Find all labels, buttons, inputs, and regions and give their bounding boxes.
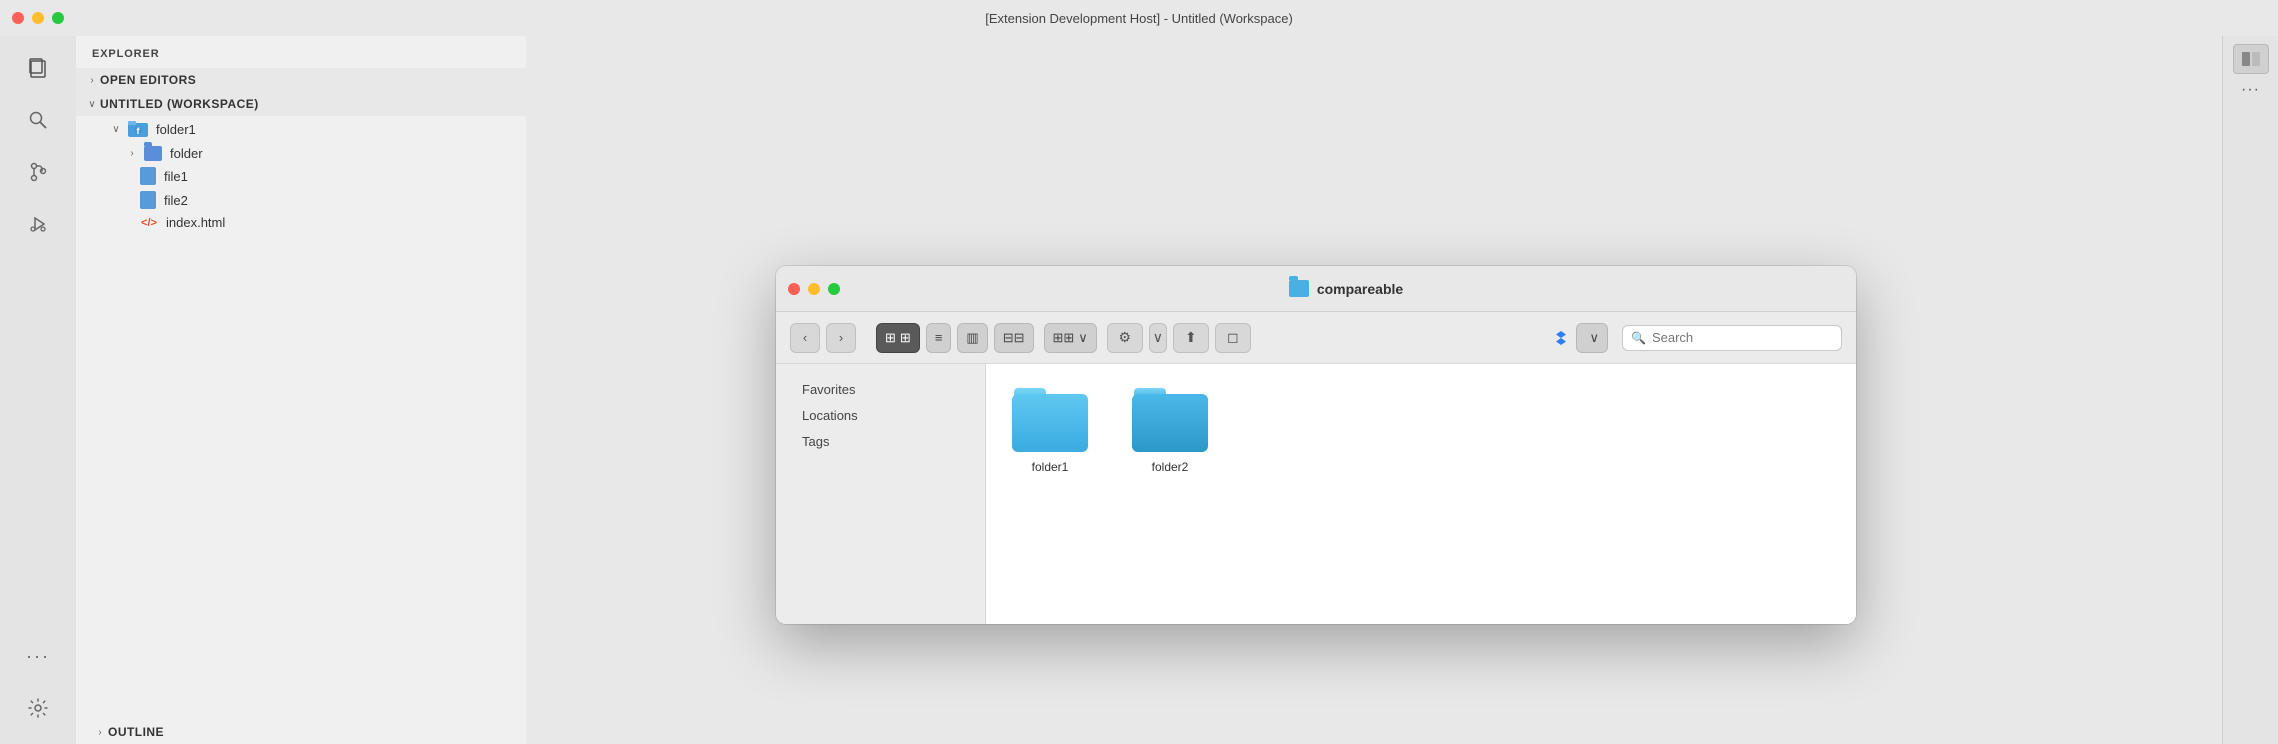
finder-folder1-item[interactable]: folder1 xyxy=(1010,388,1090,474)
minimize-button[interactable] xyxy=(32,12,44,24)
finder-folder-title-icon xyxy=(1289,280,1309,297)
finder-close-button[interactable] xyxy=(788,283,800,295)
folder-arrow: › xyxy=(124,145,140,161)
more-label: ··· xyxy=(2241,81,2260,99)
title-bar: [Extension Development Host] - Untitled … xyxy=(0,0,2278,36)
finder-folder2-label: folder2 xyxy=(1152,460,1189,474)
activity-bar: ··· xyxy=(0,36,76,744)
folder1-body xyxy=(1012,394,1088,452)
finder-body: Favorites Locations Tags xyxy=(776,364,1856,624)
outline-label: OUTLINE xyxy=(108,725,164,739)
finder-column-view-button[interactable]: ▥ xyxy=(957,323,987,353)
workspace-arrow: ∨ xyxy=(84,96,100,112)
finder-forward-button[interactable]: › xyxy=(826,323,856,353)
maximize-button[interactable] xyxy=(52,12,64,24)
open-editors-arrow: › xyxy=(84,72,100,88)
finder-group-button[interactable]: ⊞⊞ ∨ xyxy=(1044,323,1097,353)
tags-label: Tags xyxy=(802,434,829,449)
gallery-view-icon: ⊟⊟ xyxy=(1003,330,1025,346)
finder-share-button[interactable]: ⬆ xyxy=(1173,323,1209,353)
open-editors-section[interactable]: › OPEN EDITORS xyxy=(76,68,526,92)
workspace-section[interactable]: ∨ UNTITLED (WORKSPACE) xyxy=(76,92,526,116)
finder-title: compareable xyxy=(1317,281,1403,297)
list-view-icon: ≡ xyxy=(935,330,943,345)
finder-gallery-view-button[interactable]: ⊟⊟ xyxy=(994,323,1034,353)
sidebar: EXPLORER › OPEN EDITORS ∨ UNTITLED (WORK… xyxy=(76,36,526,744)
main-layout: ··· EXPLORER › OPEN EDITORS ∨ UNTITLED (… xyxy=(0,36,2278,744)
icon-view-icon: ⊞ xyxy=(885,330,896,346)
finder-sidebar: Favorites Locations Tags xyxy=(776,364,986,624)
locations-label: Locations xyxy=(802,408,858,423)
finder-sidebar-locations[interactable]: Locations xyxy=(782,403,979,428)
dropbox-chevron: ∨ xyxy=(1589,330,1599,346)
icon-view-label2: ⊞ xyxy=(900,330,911,346)
finder-titlebar: compareable xyxy=(776,266,1856,312)
finder-title-area: compareable xyxy=(848,280,1844,297)
run-debug-icon[interactable] xyxy=(14,200,62,248)
explorer-header: EXPLORER xyxy=(76,36,526,68)
window-controls xyxy=(12,12,64,24)
finder-maximize-button[interactable] xyxy=(828,283,840,295)
file1-icon xyxy=(140,167,156,185)
editor-area: compareable ‹ › ⊞ ⊞ ≡ ▥ xyxy=(526,36,2222,744)
layout-icon xyxy=(2242,52,2260,66)
outline-section[interactable]: › OUTLINE xyxy=(76,720,526,744)
dropbox-icon xyxy=(1550,327,1572,349)
folder1-item[interactable]: ∨ f folder1 xyxy=(76,116,526,142)
finder-minimize-button[interactable] xyxy=(808,283,820,295)
finder-folder1-icon xyxy=(1012,388,1088,452)
finder-folder1-label: folder1 xyxy=(1032,460,1069,474)
folder-item[interactable]: › folder xyxy=(76,142,526,164)
finder-dropbox-button[interactable]: ∨ xyxy=(1576,323,1608,353)
open-editors-label: OPEN EDITORS xyxy=(100,73,196,87)
html-icon: </> xyxy=(140,217,158,229)
finder-search-input[interactable] xyxy=(1652,330,1833,345)
right-panel-layout-button[interactable] xyxy=(2233,44,2269,74)
file1-item[interactable]: file1 xyxy=(76,164,526,188)
finder-tag-button[interactable]: ◻ xyxy=(1215,323,1251,353)
finder-list-view-button[interactable]: ≡ xyxy=(926,323,952,353)
column-view-icon: ▥ xyxy=(966,330,978,346)
folder1-special-icon: f xyxy=(128,119,148,139)
folder-icon xyxy=(144,146,162,161)
file2-icon xyxy=(140,191,156,209)
folder2-body xyxy=(1132,394,1208,452)
right-panel: ··· xyxy=(2222,36,2278,744)
finder-search-container: 🔍 xyxy=(1622,325,1842,351)
outline-arrow: › xyxy=(92,724,108,740)
group-icon: ⊞⊞ xyxy=(1053,330,1075,346)
file2-label: file2 xyxy=(164,193,188,208)
files-icon[interactable] xyxy=(14,44,62,92)
finder-back-button[interactable]: ‹ xyxy=(790,323,820,353)
settings-icon[interactable] xyxy=(14,684,62,732)
finder-folder2-icon xyxy=(1132,388,1208,452)
folder1-arrow: ∨ xyxy=(108,121,124,137)
folder1-label: folder1 xyxy=(156,122,196,137)
workspace-label: UNTITLED (WORKSPACE) xyxy=(100,97,259,111)
file1-label: file1 xyxy=(164,169,188,184)
finder-content: folder1 folder2 xyxy=(986,364,1856,624)
finder-sidebar-tags[interactable]: Tags xyxy=(782,429,979,454)
finder-settings-button[interactable]: ⚙ xyxy=(1107,323,1143,353)
finder-sidebar-favorites[interactable]: Favorites xyxy=(782,377,979,402)
folder-label: folder xyxy=(170,146,203,161)
index-html-label: index.html xyxy=(166,215,225,230)
finder-icon-view-button[interactable]: ⊞ ⊞ xyxy=(876,323,920,353)
file2-item[interactable]: file2 xyxy=(76,188,526,212)
source-control-icon[interactable] xyxy=(14,148,62,196)
finder-toolbar: ‹ › ⊞ ⊞ ≡ ▥ ⊟⊟ ⊞⊞ ∨ xyxy=(776,312,1856,364)
more-options-button[interactable]: ··· xyxy=(2236,78,2266,102)
finder-window: compareable ‹ › ⊞ ⊞ ≡ ▥ xyxy=(776,266,1856,624)
group-chevron: ∨ xyxy=(1078,330,1088,346)
close-button[interactable] xyxy=(12,12,24,24)
favorites-label: Favorites xyxy=(802,382,855,397)
finder-folder2-item[interactable]: folder2 xyxy=(1130,388,1210,474)
more-activity-icon[interactable]: ··· xyxy=(14,632,62,680)
finder-settings-arrow[interactable]: ∨ xyxy=(1149,323,1167,353)
index-html-item[interactable]: </> index.html xyxy=(76,212,526,233)
finder-search-icon: 🔍 xyxy=(1631,331,1646,345)
window-title: [Extension Development Host] - Untitled … xyxy=(985,11,1293,26)
search-activity-icon[interactable] xyxy=(14,96,62,144)
